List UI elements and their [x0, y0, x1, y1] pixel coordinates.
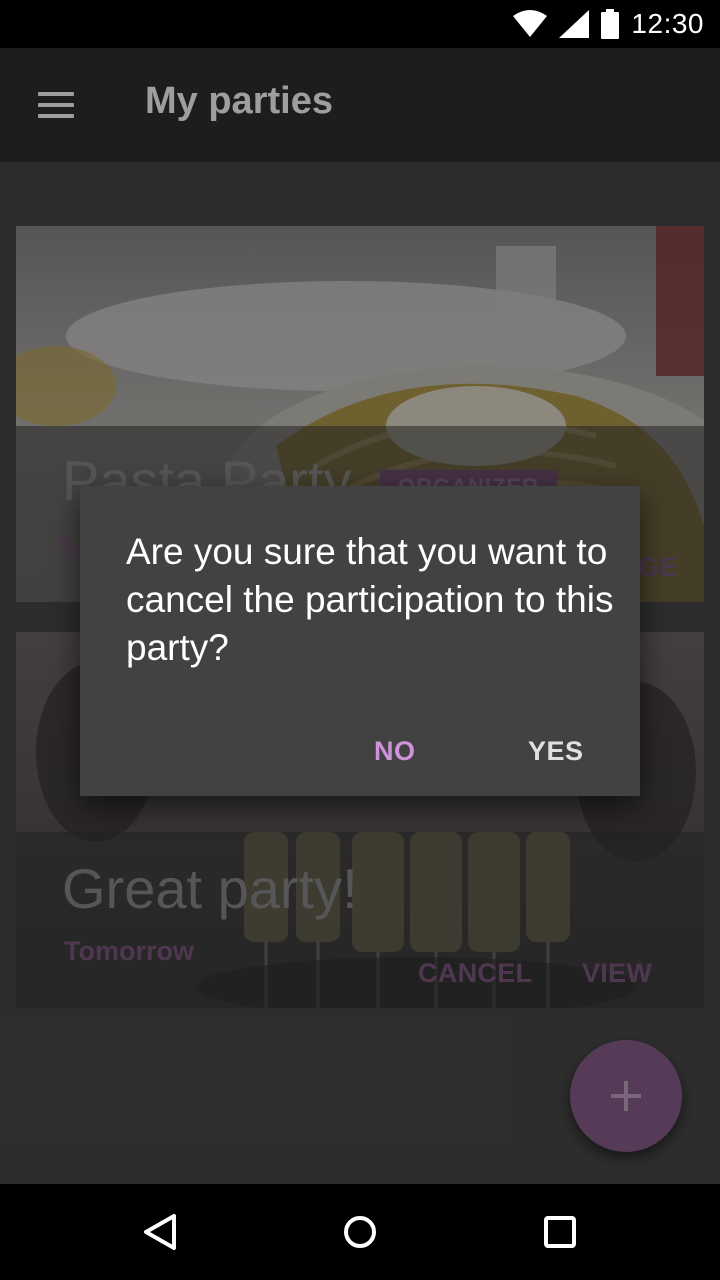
yes-button[interactable]: YES — [528, 736, 584, 767]
home-icon[interactable] — [336, 1208, 384, 1256]
screen: 12:30 My parties Pasta Party To GE Great… — [0, 0, 720, 1280]
signal-icon — [559, 10, 590, 38]
status-bar: 12:30 — [0, 0, 720, 48]
navigation-bar — [0, 1184, 720, 1280]
wifi-icon — [513, 10, 548, 37]
status-icons: 12:30 — [513, 0, 704, 48]
confirm-dialog: Are you sure that you want to cancel the… — [80, 486, 640, 796]
back-icon[interactable] — [136, 1208, 184, 1256]
status-time: 12:30 — [631, 8, 704, 39]
recents-icon[interactable] — [536, 1208, 584, 1256]
no-button[interactable]: NO — [374, 736, 416, 767]
battery-icon — [601, 9, 620, 39]
dialog-message: Are you sure that you want to cancel the… — [126, 531, 614, 668]
